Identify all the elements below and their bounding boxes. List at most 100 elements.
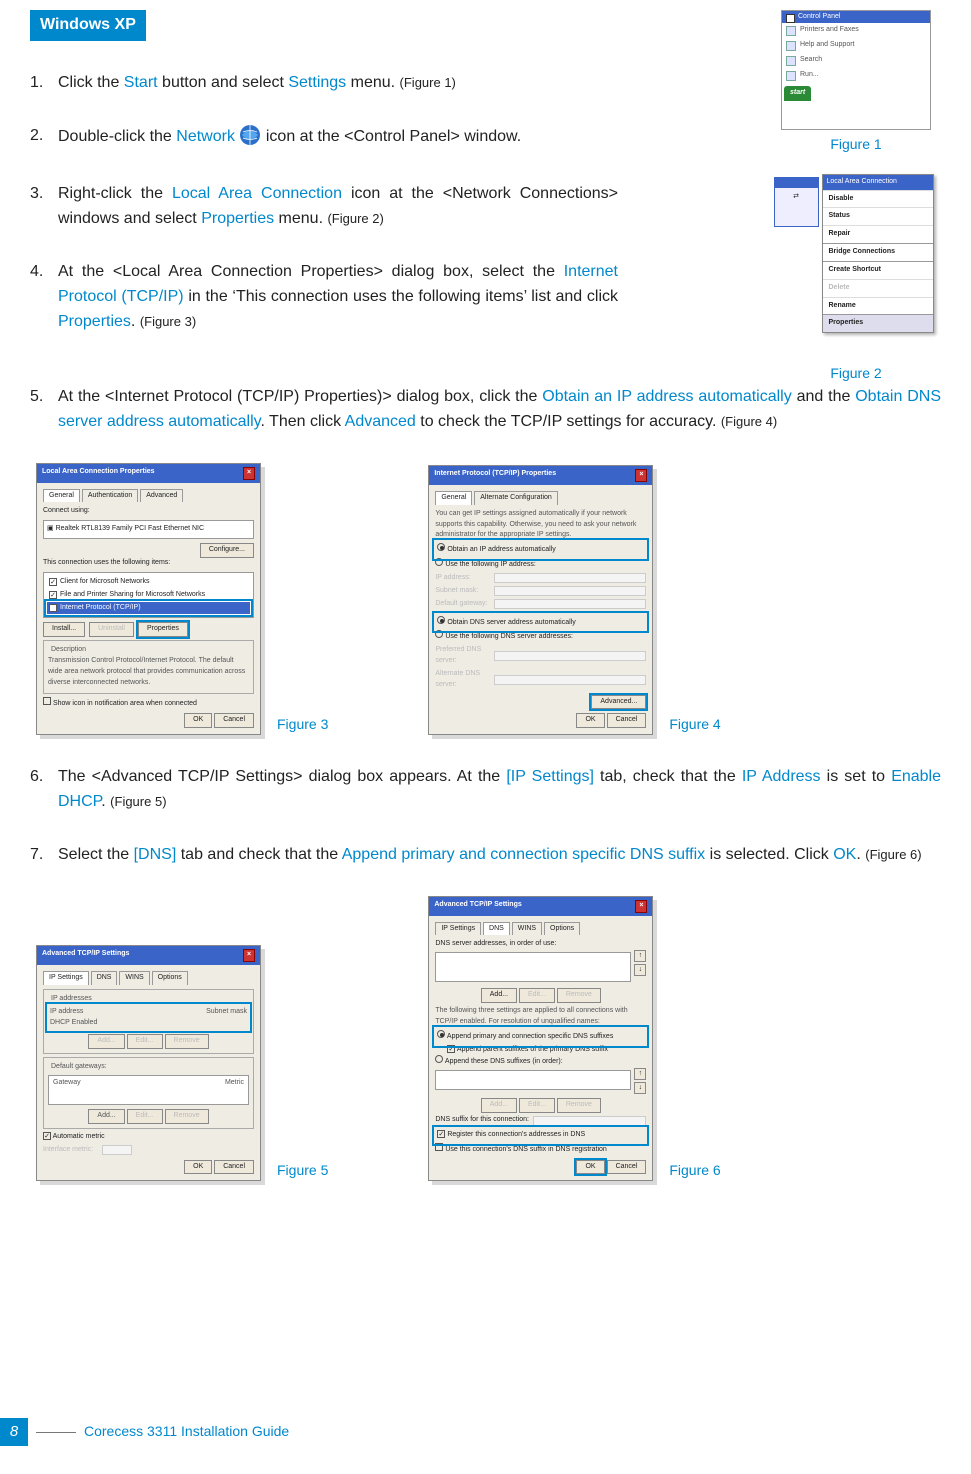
instruction-list-cont: 6. The <Advanced TCP/IP Settings> dialog… [30, 765, 941, 867]
step-3: 3. Right-click the Local Area Connection… [30, 182, 746, 232]
context-menu-item: Status [823, 207, 933, 225]
highlight-advanced: Advanced [345, 413, 416, 430]
step-number: 5. [30, 385, 58, 410]
tab-general: General [43, 489, 80, 503]
figure-4-caption: Figure 4 [669, 714, 720, 736]
highlight-lan: Local Area Connection [172, 185, 342, 202]
radio-append-these: Append these DNS suffixes (in order): [435, 1055, 646, 1068]
highlight-settings: Settings [288, 74, 346, 91]
tab-options: Options [544, 922, 580, 936]
edit-button: Edit... [127, 1109, 163, 1124]
footer-title: Corecess 3311 Installation Guide [84, 1421, 289, 1443]
cancel-button: Cancel [214, 1160, 254, 1175]
list-item: File and Printer Sharing for Microsoft N… [47, 589, 250, 602]
radio-obtain-dns: Obtain DNS server address automatically [435, 614, 646, 631]
context-menu-item: Create Shortcut [823, 261, 933, 279]
section-header: Windows XP [30, 10, 146, 41]
highlight-properties: Properties [58, 313, 131, 330]
figure-6-screenshot: Advanced TCP/IP Settings× IP Settings DN… [428, 896, 653, 1182]
add-button: Add... [88, 1109, 124, 1124]
radio-obtain-ip: Obtain an IP address automatically [435, 541, 646, 558]
dialog-title: Internet Protocol (TCP/IP) Properties [434, 469, 556, 482]
ok-button: OK [184, 1160, 212, 1175]
tab-auth: Authentication [82, 489, 138, 503]
step-number: 1. [30, 71, 58, 96]
install-button: Install... [43, 622, 85, 637]
properties-button: Properties [138, 622, 188, 637]
start-menu-item: Search [782, 53, 930, 68]
tab-ip-settings: IP Settings [43, 971, 89, 985]
step-4: 4. At the <Local Area Connection Propert… [30, 260, 746, 334]
figure-3-screenshot: Local Area Connection Properties× Genera… [36, 463, 261, 736]
edit-button: Edit... [127, 1034, 163, 1049]
dialog-title: Advanced TCP/IP Settings [42, 949, 129, 962]
blurb: You can get IP settings assigned automat… [435, 509, 646, 542]
desc-text: Transmission Control Protocol/Internet P… [48, 656, 249, 689]
step-text: . Then click [260, 413, 344, 430]
step-number: 3. [30, 182, 58, 207]
step-text: icon at the <Control Panel> window. [266, 128, 521, 145]
page-footer: 8 Corecess 3311 Installation Guide [0, 1418, 289, 1446]
highlight-ok: OK [833, 846, 856, 863]
check-use-suffix: Use this connection's DNS suffix in DNS … [435, 1143, 646, 1156]
context-menu-item: Rename [823, 297, 933, 315]
highlight-obtain-ip: Obtain an IP address automatically [542, 388, 791, 405]
figure-1-screenshot: Control Panel Printers and Faxes Help an… [781, 10, 931, 130]
highlight-network: Network [176, 128, 235, 145]
highlight-append-suffix: Append primary and connection specific D… [342, 846, 705, 863]
tab-ip-settings: IP Settings [435, 922, 481, 936]
step-text: in the ‘This connection uses the followi… [184, 288, 618, 305]
figure-2-caption: Figure 2 [771, 363, 941, 385]
dialog-title: Advanced TCP/IP Settings [434, 900, 521, 913]
desc-heading: Description [48, 645, 89, 656]
step-number: 7. [30, 843, 58, 868]
step-text: button and select [158, 74, 289, 91]
step-5: 5. At the <Internet Protocol (TCP/IP) Pr… [30, 385, 941, 435]
uninstall-button: Uninstall [89, 622, 134, 637]
figure-ref: (Figure 2) [327, 211, 383, 226]
step-number: 2. [30, 124, 58, 149]
step-text: Double-click the [58, 128, 176, 145]
step-text: is set to [821, 768, 892, 785]
remove-button: Remove [557, 988, 601, 1003]
radio-append-primary: Append primary and connection specific D… [435, 1028, 646, 1045]
figure-4-screenshot: Internet Protocol (TCP/IP) Properties× G… [428, 465, 653, 735]
tab-dns: DNS [91, 971, 118, 985]
dns-order-label: DNS server addresses, in order of use: [435, 939, 646, 950]
step-text: . [101, 793, 110, 810]
figure-1-caption: Figure 1 [771, 134, 941, 156]
add-button: Add... [88, 1034, 124, 1049]
dialog-title: Local Area Connection Properties [42, 467, 155, 480]
step-2: 2. Double-click the Network icon at the … [30, 124, 746, 155]
list-item-tcpip: Internet Protocol (TCP/IP) [47, 602, 250, 615]
dhcp-enabled-row: DHCP Enabled [50, 1018, 247, 1029]
figure-5-screenshot: Advanced TCP/IP Settings× IP Settings DN… [36, 945, 261, 1181]
highlight-start: Start [124, 74, 158, 91]
step-text: is selected. Click [705, 846, 833, 863]
ok-button: OK [576, 713, 604, 728]
start-menu-item: Run... [782, 68, 930, 83]
figure-ref: (Figure 3) [140, 314, 196, 329]
step-text: The <Advanced TCP/IP Settings> dialog bo… [58, 768, 506, 785]
edit-button: Edit... [519, 988, 555, 1003]
right-figure-column: Control Panel Printers and Faxes Help an… [771, 10, 941, 385]
context-menu-item: Delete [823, 279, 933, 297]
start-button: start [784, 86, 811, 101]
context-menu: Local Area Connection Disable Status Rep… [822, 174, 934, 334]
step-text: At the <Local Area Connection Properties… [58, 263, 564, 280]
tab-options: Options [152, 971, 188, 985]
figure-row-5-6: Advanced TCP/IP Settings× IP Settings DN… [36, 896, 941, 1182]
figure-6-caption: Figure 6 [669, 1160, 720, 1182]
add-button: Add... [481, 988, 517, 1003]
figure-ref: (Figure 4) [721, 414, 777, 429]
step-text: At the <Internet Protocol (TCP/IP) Prope… [58, 388, 542, 405]
context-menu-item: Disable [823, 190, 933, 208]
figure-3-caption: Figure 3 [277, 714, 328, 736]
tab-alt: Alternate Configuration [474, 491, 558, 505]
step-number: 4. [30, 260, 58, 285]
list-item: Client for Microsoft Networks [47, 576, 250, 589]
cancel-button: Cancel [607, 1160, 647, 1175]
step-text: . [131, 313, 140, 330]
figure-2-screenshot: ⇄ Local Area Connection Disable Status R… [774, 174, 939, 349]
remove-button: Remove [165, 1109, 209, 1124]
